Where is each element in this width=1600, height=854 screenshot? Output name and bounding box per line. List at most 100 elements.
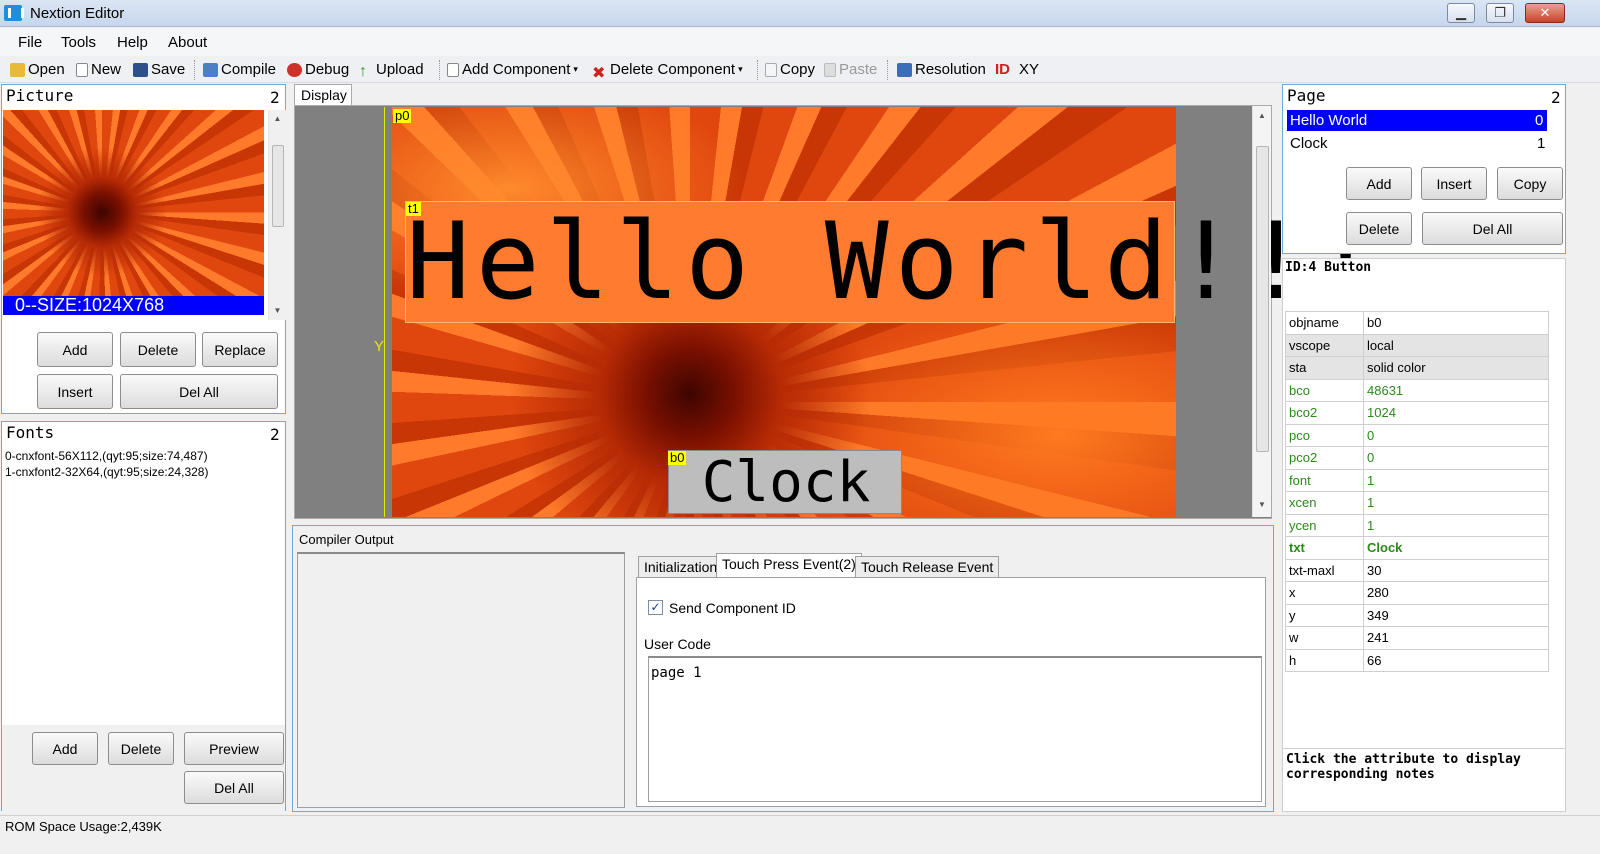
font-list-item[interactable]: 1-cnxfont2-32X64,(qyt:95;size:24,328)	[5, 465, 208, 479]
attribute-row[interactable]: h 66	[1285, 648, 1549, 672]
copy-button[interactable]: Copy	[765, 61, 815, 78]
attribute-value: 66	[1363, 648, 1549, 672]
attribute-value: 280	[1363, 581, 1549, 605]
attribute-key: h	[1285, 648, 1364, 672]
attribute-row[interactable]: objname b0	[1285, 311, 1549, 335]
page-panel: Page 2 Hello World 0 Clock 1 Add Insert …	[1282, 84, 1566, 254]
y-axis-label: Y	[374, 338, 385, 355]
open-button[interactable]: Open	[10, 61, 65, 78]
menu-about[interactable]: About	[168, 34, 207, 51]
attribute-value: local	[1363, 333, 1549, 357]
fonts-panel: Fonts 2 0-cnxfont-56X112,(qyt:95;size:74…	[1, 421, 286, 811]
compile-button[interactable]: Compile	[203, 61, 276, 78]
upload-button[interactable]: ↑ Upload	[359, 61, 424, 80]
picture-caption[interactable]: 0--SIZE:1024X768	[3, 296, 264, 315]
picture-del-all-button[interactable]: Del All	[120, 374, 278, 409]
attribute-row[interactable]: font 1	[1285, 468, 1549, 492]
attribute-row[interactable]: x 280	[1285, 581, 1549, 605]
attribute-key: ycen	[1285, 513, 1364, 537]
attribute-row[interactable]: txt Clock	[1285, 536, 1549, 560]
attribute-row[interactable]: sta solid color	[1285, 356, 1549, 380]
text-component-t1[interactable]: Hello World!!!	[405, 200, 1384, 323]
attribute-key: vscope	[1285, 333, 1364, 357]
attribute-value: 241	[1363, 626, 1549, 650]
page-insert-button[interactable]: Insert	[1421, 167, 1487, 200]
attribute-key: sta	[1285, 356, 1364, 380]
dropdown-arrow-icon: ▾	[573, 64, 578, 74]
attribute-row[interactable]: pco2 0	[1285, 446, 1549, 470]
app-logo-icon	[4, 5, 24, 21]
tab-initialization[interactable]: Initialization	[638, 556, 724, 577]
new-button[interactable]: New	[76, 61, 121, 78]
font-add-button[interactable]: Add	[32, 732, 98, 765]
scroll-thumb[interactable]	[272, 145, 284, 227]
attribute-row[interactable]: bco 48631	[1285, 378, 1549, 402]
save-button[interactable]: Save	[133, 61, 185, 78]
tab-display[interactable]: Display	[294, 84, 352, 106]
minimize-button[interactable]: ▁	[1447, 3, 1475, 23]
menu-help[interactable]: Help	[117, 34, 148, 51]
picture-scrollbar[interactable]: ▲ ▼	[268, 110, 286, 320]
maximize-button[interactable]: ❐	[1486, 3, 1514, 23]
attribute-row[interactable]: y 349	[1285, 603, 1549, 627]
compiler-output-title: Compiler Output	[299, 532, 394, 547]
display-scrollbar[interactable]: ▲ ▼	[1252, 106, 1271, 517]
picture-insert-button[interactable]: Insert	[37, 374, 113, 409]
attribute-value: b0	[1363, 311, 1549, 335]
attribute-row[interactable]: xcen 1	[1285, 491, 1549, 515]
tab-touch-press-event[interactable]: Touch Press Event(2)	[716, 553, 862, 578]
copy-icon	[765, 62, 777, 77]
t1-text: Hello World!!!	[406, 200, 1384, 323]
status-bar: ROM Space Usage:2,439K	[0, 815, 1600, 854]
rom-space-usage: ROM Space Usage:2,439K	[5, 819, 162, 834]
send-component-id-checkbox[interactable]: ✓	[648, 600, 663, 615]
attribute-row[interactable]: ycen 1	[1285, 513, 1549, 537]
attribute-key: xcen	[1285, 491, 1364, 515]
scroll-up-icon: ▲	[273, 114, 282, 123]
add-component-button[interactable]: Add Component ▾	[447, 61, 578, 78]
window-title: Nextion Editor	[30, 5, 125, 22]
picture-add-button[interactable]: Add	[37, 332, 113, 367]
xy-button[interactable]: XY	[1019, 61, 1039, 78]
menu-file[interactable]: File	[18, 34, 42, 51]
attribute-table: objname b0 vscope local sta solid color bco 486…	[1285, 311, 1549, 672]
button-component-b0[interactable]: Clock	[668, 450, 902, 515]
id-button[interactable]: ID	[995, 61, 1010, 78]
font-list-item[interactable]: 0-cnxfont-56X112,(qyt:95;size:74,487)	[5, 449, 208, 463]
page-add-button[interactable]: Add	[1346, 167, 1412, 200]
font-preview-button[interactable]: Preview	[184, 732, 284, 765]
paste-button[interactable]: Paste	[824, 61, 877, 78]
user-code-editor[interactable]: page 1	[648, 656, 1262, 802]
page-del-all-button[interactable]: Del All	[1422, 212, 1563, 245]
attribute-key: w	[1285, 626, 1364, 650]
page-item-hello-world[interactable]: Hello World 0	[1287, 110, 1547, 131]
tab-touch-release-event[interactable]: Touch Release Event	[855, 556, 1000, 577]
send-component-id-label: Send Component ID	[669, 600, 796, 616]
close-button[interactable]: ✕	[1525, 3, 1565, 23]
debug-button[interactable]: Debug	[287, 61, 349, 78]
picture-replace-button[interactable]: Replace	[202, 332, 278, 367]
attribute-row[interactable]: txt-maxl 30	[1285, 558, 1549, 582]
font-delete-button[interactable]: Delete	[108, 732, 174, 765]
menu-bar: File Tools Help About	[0, 28, 1600, 56]
menu-tools[interactable]: Tools	[61, 34, 96, 51]
page-count: 2	[1551, 88, 1561, 107]
page-panel-title: Page	[1287, 86, 1326, 105]
font-del-all-button[interactable]: Del All	[184, 771, 284, 804]
new-file-icon	[76, 62, 88, 77]
b0-text: Clock	[701, 450, 871, 515]
attribute-row[interactable]: w 241	[1285, 626, 1549, 650]
attribute-value: 0	[1363, 446, 1549, 470]
page-delete-button[interactable]: Delete	[1346, 212, 1412, 245]
attribute-row[interactable]: pco 0	[1285, 423, 1549, 447]
delete-component-button[interactable]: ✖ Delete Component ▾	[592, 61, 743, 82]
attribute-row[interactable]: vscope local	[1285, 333, 1549, 357]
page-copy-button[interactable]: Copy	[1497, 167, 1563, 200]
attribute-row[interactable]: bco2 1024	[1285, 401, 1549, 425]
picture-thumbnail[interactable]	[3, 110, 264, 296]
scroll-thumb[interactable]	[1256, 146, 1269, 452]
attribute-key: txt-maxl	[1285, 558, 1364, 582]
picture-delete-button[interactable]: Delete	[120, 332, 196, 367]
resolution-button[interactable]: Resolution	[897, 61, 986, 78]
page-item-clock[interactable]: Clock 1	[1287, 133, 1547, 154]
